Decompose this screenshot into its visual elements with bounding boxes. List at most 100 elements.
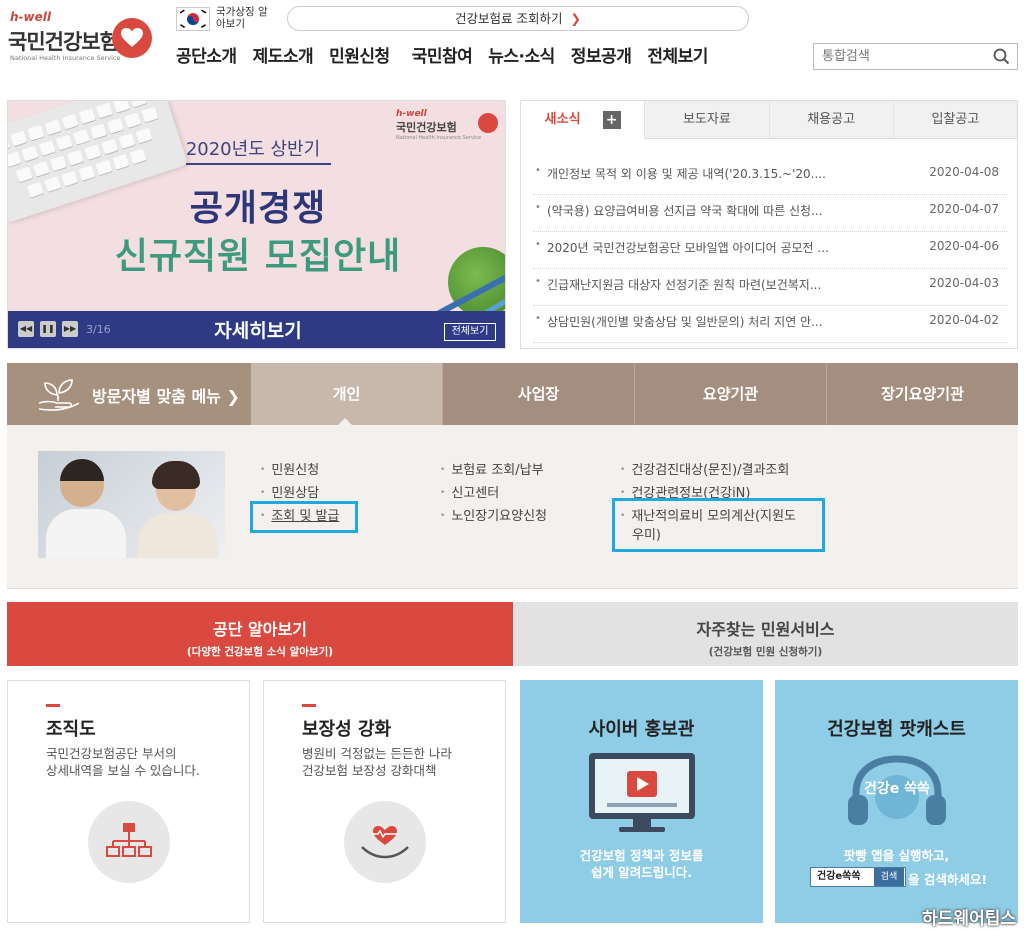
news-item[interactable]: • (약국용) 요양급여비용 선지급 약국 확대에 따른 신청... 2020-04… [533, 195, 1007, 232]
card-description-line: 건강보험 정책과 정보를 [579, 848, 704, 863]
podcast-search-button[interactable]: 검색 [874, 868, 904, 886]
bullet-icon: • [620, 465, 626, 475]
site-logo[interactable]: h-well 국민건강보험 National Health Insurance … [6, 8, 156, 70]
menu-link-report-center[interactable]: • 신고센터 [440, 482, 547, 505]
news-item-title[interactable]: 개인정보 목적 외 이용 및 제공 내역('20.3.15.~'20.... [547, 165, 847, 182]
bullet-icon: • [535, 276, 541, 287]
bullet-icon: • [440, 511, 446, 521]
news-item[interactable]: • 상담민원(개인별 맞춤상담 및 일반문의) 처리 지연 안... 2020-04… [533, 306, 1007, 343]
logo-name: 국민건강보험 [8, 30, 119, 54]
menu-link-petition-label: 민원신청 [271, 463, 320, 478]
menu-link-premium-payment[interactable]: • 보험료 조회/납부 [440, 459, 547, 482]
card-coverage[interactable]: 보장성 강화 병원비 걱정없는 든든한 나라 건강보험 보장성 강화대책 [263, 680, 506, 923]
nav-item-petition[interactable]: 민원신청 [329, 42, 390, 70]
card-description-line: 건강보험 보장성 강화대책 [302, 763, 437, 778]
banner-pager: 3/16 [86, 323, 111, 336]
tab-about-corporation[interactable]: 공단 알아보기 (다양한 건강보험 소식 알아보기) [7, 602, 513, 666]
sprout-hand-icon [37, 377, 81, 415]
premium-lookup-button[interactable]: 건강보험료 조회하기 ❯ [287, 6, 749, 31]
bullet-icon: • [535, 165, 541, 176]
highlight-box [250, 501, 358, 533]
national-symbol-label: 국가상징 알아보기 [216, 6, 268, 30]
menu-link-petition[interactable]: • 민원신청 [260, 459, 339, 482]
recruitment-banner[interactable]: h-well 국민건강보험 National Health Insurance … [7, 100, 506, 349]
national-symbol-link[interactable]: 국가상징 알아보기 [176, 5, 271, 33]
tab-about-title: 공단 알아보기 [213, 620, 307, 639]
visitor-menu-heading-label: 방문자별 맞춤 메뉴 ❯ [92, 383, 240, 407]
search-box [813, 43, 1018, 70]
card-description-tail: 을 검색하세요! [908, 872, 988, 887]
visitor-menu-heading-text: 방문자별 맞춤 메뉴 [92, 387, 221, 406]
news-item-title[interactable]: 2020년 국민건강보험공단 모바일앱 아이디어 공모전 ... [547, 239, 847, 256]
card-cyber-pr[interactable]: 사이버 홍보관 건강보험 정책과 정보를쉽게 알려드립니다. [520, 680, 763, 923]
menu-link-report-center-label: 신고센터 [451, 486, 500, 501]
menu-link-elderly-care-label: 노인장기요양신청 [451, 509, 547, 524]
news-item-title[interactable]: 긴급재난지원금 대상자 선정기준 원칙 마련(보건복지... [547, 276, 847, 293]
banner-view-all-button[interactable]: 전체보기 [444, 323, 496, 341]
banner-detail-button[interactable]: 자세히보기 [188, 316, 328, 343]
tab-workplace[interactable]: 사업장 [443, 363, 634, 425]
search-icon[interactable] [993, 48, 1010, 69]
card-description: 팟빵 앱을 실행하고, [843, 848, 950, 863]
tab-recruitment[interactable]: 채용공고 [768, 101, 893, 139]
tab-bidding[interactable]: 입찰공고 [892, 101, 1017, 139]
pause-icon[interactable]: ❚❚ [40, 321, 56, 337]
bullet-icon: • [440, 465, 446, 475]
news-item-title[interactable]: (약국용) 요양급여비용 선지급 약국 확대에 따른 신청... [547, 202, 847, 219]
chevron-right-icon: ❯ [226, 387, 240, 406]
banner-title-line1: 공개경쟁 [189, 188, 327, 229]
card-title: 사이버 홍보관 [588, 719, 695, 740]
news-item[interactable]: • 긴급재난지원금 대상자 선정기준 원칙 마련(보건복지... 2020-04-0… [533, 269, 1007, 306]
heart-hands-icon [344, 801, 426, 883]
monitor-play-icon [587, 751, 697, 840]
card-org-chart[interactable]: 조직도 국민건강보험공단 부서의 상세내역을 보실 수 있습니다. [7, 680, 250, 923]
card-accent [46, 704, 60, 707]
bullet-icon: • [620, 488, 626, 498]
banner-title-line2: 신규직원 모집안내 [114, 236, 402, 277]
menu-column-2: • 보험료 조회/납부 • 신고센터 • 노인장기요양신청 [440, 459, 547, 528]
tab-news[interactable]: 새소식 + [521, 101, 645, 139]
tab-long-term-care[interactable]: 장기요양기관 [827, 363, 1018, 425]
podcast-badge: 건강e 쏙쏙 [864, 781, 930, 797]
plus-icon[interactable]: + [602, 110, 621, 129]
bullet-icon: • [535, 313, 541, 324]
nav-item-about[interactable]: 공단소개 [176, 42, 237, 70]
tab-press[interactable]: 보도자료 [644, 101, 769, 139]
heart-logo-icon [478, 113, 498, 133]
news-item[interactable]: • 2020년 국민건강보험공단 모바일앱 아이디어 공모전 ... 2020-04… [533, 232, 1007, 269]
card-title: 조직도 [46, 719, 96, 740]
nav-item-view-all[interactable]: 전체보기 [647, 42, 708, 70]
logo-small-text: h-well [10, 10, 51, 24]
news-item-title[interactable]: 상담민원(개인별 맞춤상담 및 일반문의) 처리 지연 안... [547, 313, 847, 330]
card-title: 보장성 강화 [302, 719, 392, 740]
tab-frequent-services[interactable]: 자주찾는 민원서비스 (건강보험 민원 신청하기) [513, 602, 1018, 666]
logo-english: National Health Insurance Service [10, 54, 121, 62]
tab-services-subtitle: (건강보험 민원 신청하기) [708, 646, 823, 658]
banner-logo-english: National Health Insurance Service [396, 135, 482, 141]
menu-link-health-checkup[interactable]: • 건강검진대상(문진)/결과조회 [620, 459, 796, 482]
banner-subtitle: 2020년도 상반기 [185, 139, 321, 160]
menu-link-elderly-care[interactable]: • 노인장기요양신청 [440, 505, 547, 528]
nav-item-disclosure[interactable]: 정보공개 [571, 42, 632, 70]
chevron-right-icon: ❯ [570, 11, 581, 26]
nav-item-participation[interactable]: 국민참여 [412, 42, 473, 70]
visitor-menu-heading[interactable]: 방문자별 맞춤 메뉴 ❯ [7, 363, 251, 425]
card-podcast[interactable]: 건강보험 팟캐스트 건강e 쏙쏙 팟빵 앱을 실행하고, 건강e쏙쏙 검색 을 … [775, 680, 1018, 923]
heart-logo-icon [112, 18, 152, 58]
bullet-icon: • [535, 202, 541, 213]
next-icon[interactable]: ▶▶ [62, 321, 78, 337]
news-item-date: 2020-04-02 [929, 313, 999, 327]
card-description-line: 쉽게 알려드립니다. [590, 865, 693, 880]
nav-item-system[interactable]: 제도소개 [253, 42, 314, 70]
news-item-date: 2020-04-06 [929, 239, 999, 253]
news-item-date: 2020-04-07 [929, 202, 999, 216]
search-input[interactable] [814, 44, 984, 69]
tab-individual[interactable]: 개인 [251, 363, 442, 426]
nav-item-news[interactable]: 뉴스·소식 [488, 42, 555, 70]
tab-care-institution[interactable]: 요양기관 [635, 363, 826, 425]
org-chart-icon [88, 801, 170, 883]
previous-icon[interactable]: ◀◀ [18, 321, 34, 337]
card-description-line: 국민건강보험공단 부서의 [46, 746, 177, 761]
news-item[interactable]: • 개인정보 목적 외 이용 및 제공 내역('20.3.15.~'20.... 2… [533, 158, 1007, 195]
bullet-icon: • [440, 488, 446, 498]
